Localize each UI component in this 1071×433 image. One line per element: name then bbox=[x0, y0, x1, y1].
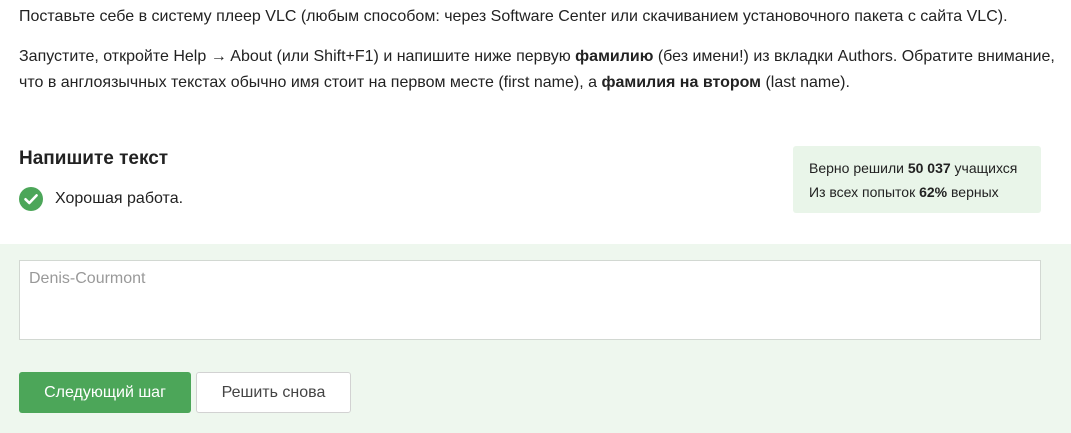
next-step-button[interactable]: Следующий шаг bbox=[19, 372, 191, 413]
stats-attempts: Из всех попыток 62% верных bbox=[809, 180, 1041, 204]
task-title: Напишите текст bbox=[19, 148, 169, 169]
stats-solved: Верно решили 50 037 учащихся bbox=[809, 156, 1041, 180]
instruction-paragraph-2: Запустите, откройте Help → About (или Sh… bbox=[19, 44, 1059, 96]
stats-text: верных bbox=[947, 184, 999, 200]
stats-text: Из всех попыток bbox=[809, 184, 920, 200]
stats-text: Верно решили bbox=[809, 160, 908, 176]
instruction-text: Запустите, откройте Help → About (или Sh… bbox=[19, 48, 576, 65]
feedback-text: Хорошая работа. bbox=[55, 190, 184, 207]
instruction-paragraph-1: Поставьте себе в систему плеер VLC (любы… bbox=[19, 8, 1008, 25]
stats-solved-count: 50 037 bbox=[907, 160, 951, 176]
stats-attempts-percent: 62% bbox=[919, 184, 948, 200]
solve-again-button[interactable]: Решить снова bbox=[196, 372, 351, 413]
answer-textarea[interactable]: Denis-Courmont bbox=[19, 260, 1041, 340]
instruction-emphasis: фамилию bbox=[575, 48, 654, 65]
feedback-message: Хорошая работа. bbox=[19, 187, 183, 211]
instruction-text: (last name). bbox=[761, 74, 850, 91]
step-page: Поставьте себе в систему плеер VLC (любы… bbox=[0, 0, 1071, 433]
stats-text: учащихся bbox=[950, 160, 1018, 176]
instruction-emphasis: фамилия на втором bbox=[601, 74, 762, 91]
check-circle-icon bbox=[19, 187, 43, 211]
stats-panel: Верно решили 50 037 учащихся Из всех поп… bbox=[793, 146, 1041, 213]
answer-zone: Denis-Courmont Следующий шаг Решить снов… bbox=[0, 244, 1071, 433]
step-instructions: Поставьте себе в систему плеер VLC (любы… bbox=[19, 4, 1059, 96]
